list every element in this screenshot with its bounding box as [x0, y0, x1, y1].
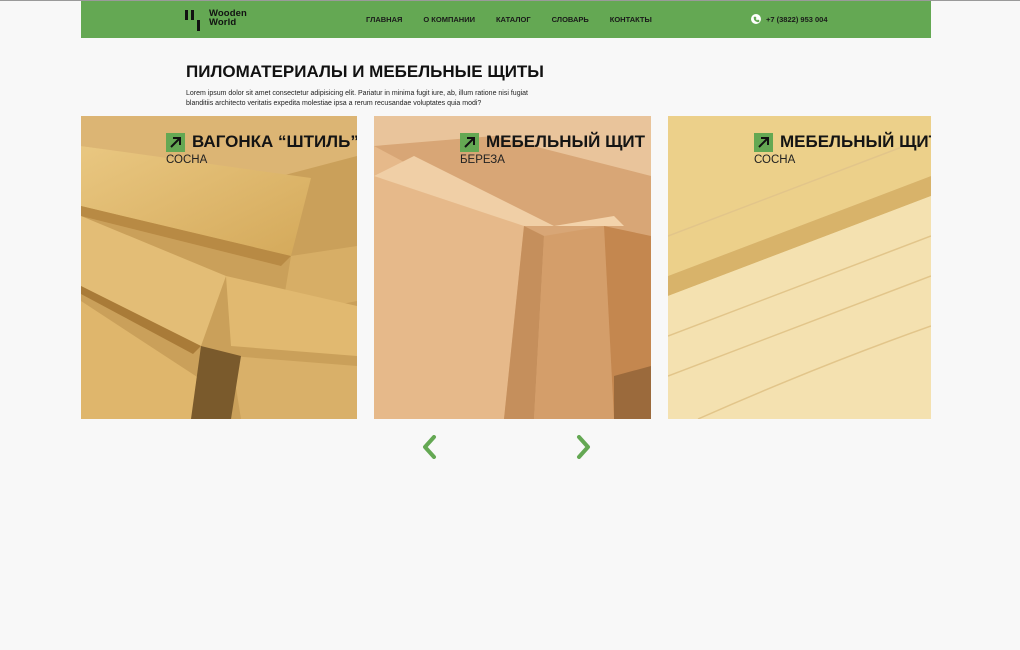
logo-line-2: World: [209, 17, 237, 28]
chevron-right-icon: [577, 435, 590, 459]
main-nav: ГЛАВНАЯ О КОМПАНИИ КАТАЛОГ СЛОВАРЬ КОНТА…: [366, 15, 673, 24]
product-card[interactable]: МЕБЕЛЬНЫЙ ЩИТ СОСНА: [668, 116, 931, 419]
product-photo-pine-lining: [81, 116, 357, 419]
product-subtitle: БЕРЕЗА: [460, 154, 505, 166]
nav-item-about[interactable]: О КОМПАНИИ: [423, 15, 475, 24]
product-header: МЕБЕЛЬНЫЙ ЩИТ: [754, 132, 931, 152]
phone-icon: [751, 14, 761, 24]
nav-item-glossary[interactable]: СЛОВАРЬ: [552, 15, 589, 24]
product-header: ВАГОНКА “ШТИЛЬ”: [166, 132, 357, 152]
product-subtitle: СОСНА: [754, 154, 796, 166]
page-intro: Lorem ipsum dolor sit amet consectetur a…: [186, 90, 528, 107]
slider-prev-button[interactable]: [420, 435, 440, 459]
logo-mark-icon: [185, 9, 203, 31]
logo[interactable]: Wooden World: [185, 9, 247, 31]
page-title: ПИЛОМАТЕРИАЛЫ И МЕБЕЛЬНЫЕ ЩИТЫ: [186, 62, 544, 81]
site-header: Wooden World ГЛАВНАЯ О КОМПАНИИ КАТАЛОГ …: [81, 1, 931, 38]
chevron-left-icon: [423, 435, 436, 459]
slider-next-button[interactable]: [573, 435, 593, 459]
phone-number: +7 (3822) 953 004: [766, 14, 828, 24]
product-name: МЕБЕЛЬНЫЙ ЩИТ: [780, 132, 931, 151]
nav-item-catalog[interactable]: КАТАЛОГ: [496, 15, 531, 24]
product-photo-pine-board: [668, 116, 931, 419]
logo-text: Wooden World: [209, 9, 247, 28]
nav-item-contacts[interactable]: КОНТАКТЫ: [610, 15, 652, 24]
product-name: МЕБЕЛЬНЫЙ ЩИТ: [486, 132, 645, 151]
product-subtitle: СОСНА: [166, 154, 208, 166]
nav-item-home[interactable]: ГЛАВНАЯ: [366, 15, 402, 24]
product-photo-birch-board: [374, 116, 651, 419]
product-name: ВАГОНКА “ШТИЛЬ”: [192, 132, 357, 151]
product-header: МЕБЕЛЬНЫЙ ЩИТ: [460, 132, 645, 152]
product-card[interactable]: ВАГОНКА “ШТИЛЬ” СОСНА: [81, 116, 357, 419]
product-card[interactable]: МЕБЕЛЬНЫЙ ЩИТ БЕРЕЗА: [374, 116, 651, 419]
arrow-up-right-icon[interactable]: [754, 132, 773, 152]
arrow-up-right-icon[interactable]: [166, 132, 185, 152]
phone-contact[interactable]: +7 (3822) 953 004: [751, 14, 828, 24]
arrow-up-right-icon[interactable]: [460, 132, 479, 152]
